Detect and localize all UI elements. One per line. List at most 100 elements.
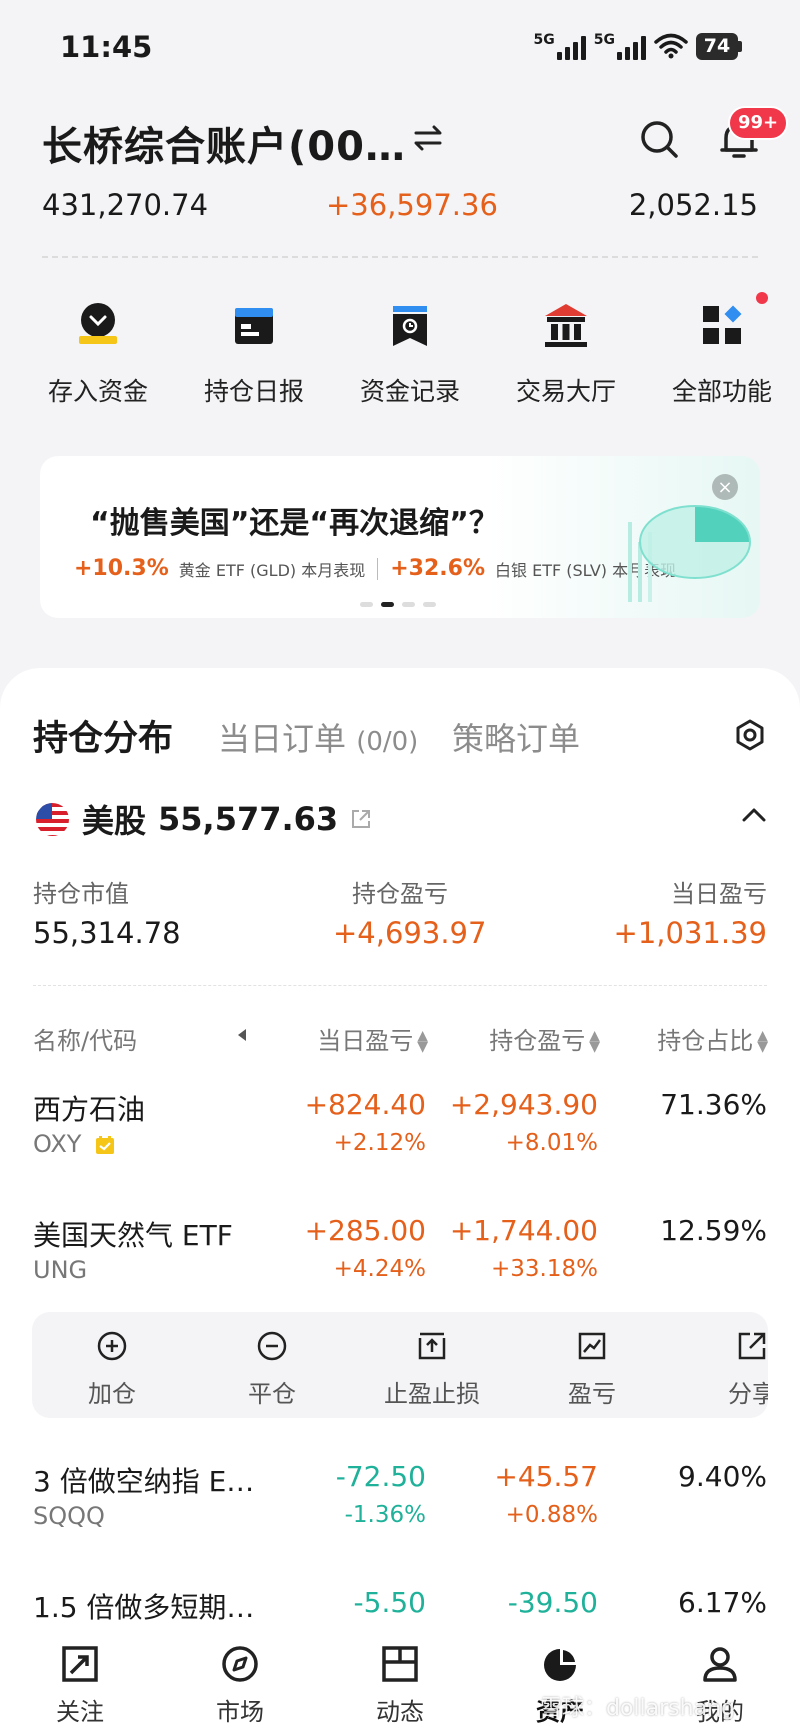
all-functions-icon: [703, 305, 742, 344]
market-value: 55,314.78: [33, 916, 181, 950]
market-total: 55,577.63: [158, 800, 339, 838]
share-icon: [738, 1332, 766, 1360]
position-pnl-value: +1,744.00: [449, 1214, 598, 1247]
sort-icon: ▲ ▼: [757, 1028, 768, 1055]
watermark: 雪球：dollarshang: [540, 1696, 735, 1721]
quick-action-label: 资金记录: [359, 377, 460, 406]
action-label: 止盈止损: [384, 1380, 480, 1408]
pie-chart-illustration: [628, 505, 751, 602]
day-pnl-value: -5.50: [353, 1586, 426, 1619]
battery-level: 74: [696, 32, 738, 60]
share-button[interactable]: 分享: [682, 1330, 768, 1409]
col-header-day-pnl[interactable]: 当日盈亏 ▲ ▼: [317, 1021, 428, 1056]
gld-return: +10.3%: [74, 556, 169, 581]
row-action-strip: 加仓 平仓 止盈止损 盈亏 分享: [32, 1312, 768, 1418]
col-header-name[interactable]: 名称/代码: [33, 1021, 137, 1056]
notification-badge: 99+: [728, 106, 789, 140]
wifi-icon: [654, 33, 688, 59]
holding-name: 3 倍做空纳指 E…: [33, 1465, 255, 1498]
quick-action-daily-report[interactable]: 持仓日报: [176, 300, 332, 408]
nav-market[interactable]: 市场: [160, 1630, 320, 1733]
section-divider: [33, 985, 767, 986]
feed-icon: [382, 1646, 418, 1682]
banner-close-button[interactable]: ×: [712, 474, 738, 500]
position-ratio: 6.17%: [678, 1586, 767, 1619]
col-header-position-pnl[interactable]: 持仓盈亏 ▲ ▼: [489, 1021, 600, 1056]
holding-code-text: OXY: [33, 1130, 82, 1158]
holding-name: 美国天然气 ETF: [33, 1219, 233, 1252]
search-icon[interactable]: [638, 118, 680, 160]
position-pnl-value: -39.50: [507, 1586, 598, 1619]
battery-icon: 74: [696, 32, 742, 60]
quick-action-label: 全部功能: [671, 377, 772, 406]
minus-circle-icon: [257, 1331, 287, 1361]
holding-code: OXY: [33, 1130, 115, 1158]
tab-strategy-orders[interactable]: 策略订单: [452, 714, 580, 760]
position-pnl-label: 持仓盈亏: [352, 880, 448, 908]
take-profit-stop-loss-button[interactable]: 止盈止损: [362, 1330, 502, 1409]
quick-action-label: 存入资金: [47, 377, 148, 406]
action-label: 平仓: [248, 1380, 296, 1408]
scroll-left-caret-icon[interactable]: [236, 1028, 248, 1042]
day-pnl-pct: -1.36%: [344, 1502, 426, 1528]
col-header-ratio-label: 持仓占比: [657, 1027, 754, 1055]
position-ratio: 9.40%: [678, 1460, 767, 1493]
market-value-label: 持仓市值: [33, 880, 129, 908]
cash-balance: 2,052.15: [628, 188, 758, 222]
position-pnl-pct: +0.88%: [505, 1502, 598, 1528]
quick-action-label: 持仓日报: [203, 377, 304, 406]
pnl-button[interactable]: 盈亏: [522, 1330, 662, 1409]
position-pnl-value: +2,943.90: [449, 1088, 598, 1121]
total-assets: 431,270.74: [42, 188, 209, 222]
external-link-icon[interactable]: [350, 808, 372, 830]
day-pnl-value: +824.40: [304, 1088, 426, 1121]
signal-1-icon: 5G: [534, 32, 586, 60]
switch-account-icon[interactable]: [410, 120, 446, 156]
quick-action-all-functions[interactable]: 全部功能: [644, 292, 800, 408]
header-divider: [42, 256, 758, 258]
tab-today-orders-label: 当日订单: [218, 720, 347, 758]
quick-action-fund-record[interactable]: 资金记录: [332, 300, 488, 408]
promo-banner[interactable]: “抛售美国”还是“再次退缩”？ +10.3% 黄金 ETF (GLD) 本月表现…: [40, 456, 760, 618]
position-pnl: +4,693.97: [333, 916, 487, 950]
collapse-chevron-up-icon[interactable]: [740, 804, 768, 826]
banner-stats: +10.3% 黄金 ETF (GLD) 本月表现 +32.6% 白银 ETF (…: [74, 556, 676, 581]
slv-return: +32.6%: [390, 556, 485, 581]
signal-2-icon: 5G: [594, 32, 646, 60]
trading-hall-icon: [545, 304, 587, 347]
holding-code: UNG: [33, 1256, 88, 1284]
quick-action-deposit[interactable]: 存入资金: [20, 300, 176, 408]
add-position-button[interactable]: 加仓: [42, 1330, 182, 1409]
market-section-header[interactable]: 美股 55,577.63: [36, 796, 372, 842]
col-header-ratio[interactable]: 持仓占比 ▲ ▼: [657, 1021, 768, 1056]
account-title[interactable]: 长桥综合账户(00…: [42, 114, 406, 172]
tab-positions[interactable]: 持仓分布: [33, 710, 173, 761]
position-ratio: 71.36%: [660, 1088, 767, 1121]
us-flag-icon: [36, 802, 69, 836]
quick-action-label: 交易大厅: [515, 377, 616, 406]
verified-badge-icon: [96, 1136, 115, 1154]
action-label: 盈亏: [568, 1380, 616, 1408]
action-label: 分享: [728, 1380, 768, 1408]
today-orders-count: (0/0): [356, 727, 419, 757]
fund-record-icon: [393, 306, 427, 346]
nav-feed[interactable]: 动态: [320, 1630, 480, 1733]
daily-report-icon: [235, 308, 273, 344]
day-pnl-value: -72.50: [335, 1460, 426, 1493]
action-label: 加仓: [88, 1380, 136, 1408]
nav-watchlist[interactable]: 关注: [0, 1630, 160, 1733]
nav-label: 动态: [376, 1698, 424, 1726]
holding-code: SQQQ: [33, 1502, 105, 1530]
plus-circle-icon: [97, 1331, 127, 1361]
network-type-2: 5G: [593, 32, 615, 48]
quick-action-trading-hall[interactable]: 交易大厅: [488, 300, 644, 408]
day-pnl-value: +285.00: [304, 1214, 426, 1247]
day-pnl: +1,031.39: [613, 916, 767, 950]
settings-icon[interactable]: [733, 718, 767, 752]
col-header-position-pnl-label: 持仓盈亏: [489, 1027, 586, 1055]
position-ratio: 12.59%: [660, 1214, 767, 1247]
tab-today-orders[interactable]: 当日订单 (0/0): [218, 714, 418, 760]
banner-pagination: [360, 602, 436, 607]
close-position-button[interactable]: 平仓: [202, 1330, 342, 1409]
nav-label: 市场: [216, 1698, 264, 1726]
